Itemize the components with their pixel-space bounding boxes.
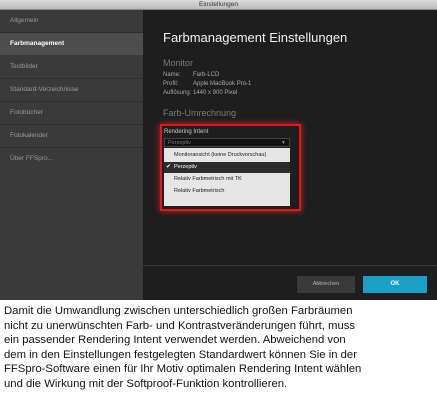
rendering-intent-selected-value: Perzeptiv (168, 140, 191, 146)
settings-window-screenshot: Einstellungen Allgemein Farbmanagement T… (0, 0, 437, 300)
caption-line: nicht zu unerwünschten Farb- und Kontras… (4, 319, 356, 332)
checkmark-icon: ✔ (166, 164, 172, 170)
settings-sidebar: Allgemein Farbmanagement Testbilder Stan… (0, 10, 143, 300)
sidebar-item-ueber-ffspro[interactable]: Über FFSpro... (0, 148, 143, 170)
cancel-button[interactable]: Abbrechen (297, 276, 355, 293)
sidebar-item-fotobuecher[interactable]: Fotobücher (0, 102, 143, 124)
monitor-resolution-key: Auflösung: (163, 90, 192, 96)
monitor-resolution-value: 1440 x 900 Pixel (193, 90, 238, 96)
option-perzeptiv[interactable]: ✔ Perzeptiv (164, 162, 290, 173)
option-perzeptiv-label: Perzeptiv (174, 164, 197, 170)
page-title: Farbmanagement Einstellungen (163, 30, 348, 45)
caption-line: dem in den Einstellungen festgelegten St… (4, 348, 357, 361)
option-relativ-farbmetrisch-tk[interactable]: Relativ Farbmetrisch mit TK (164, 174, 290, 185)
monitor-profile-key: Profil: (163, 81, 179, 87)
figure-caption: Damit die Umwandlung zwischen unterschie… (4, 304, 434, 391)
ok-button[interactable]: OK (363, 276, 427, 293)
option-relativ-farbmetrisch[interactable]: Relativ Farbmetrisch (164, 186, 290, 197)
monitor-name-value: Farb-LCD (193, 72, 220, 78)
sidebar-item-fotokalender[interactable]: Fotokalender (0, 125, 143, 147)
monitor-name-key: Name: (163, 72, 181, 78)
sidebar-item-standard-verzeichnisse[interactable]: Standard-Verzeichnisse (0, 79, 143, 101)
monitor-name-row: Name: Farb-LCD (163, 72, 219, 78)
window-titlebar: Einstellungen (0, 0, 437, 10)
chevron-down-icon: ▼ (281, 140, 286, 146)
monitor-resolution-row: Auflösung: 1440 x 900 Pixel (163, 90, 237, 96)
monitor-profile-row: Profil: Apple MacBook Pro-1 (163, 81, 251, 87)
sidebar-item-allgemein[interactable]: Allgemein (0, 10, 143, 32)
caption-line: ein passender Rendering Intent verwendet… (4, 334, 346, 346)
window-title: Einstellungen (198, 1, 239, 8)
caption-line: FFSpro-Software einen für Ihr Motiv opti… (4, 363, 362, 375)
monitor-profile-value: Apple MacBook Pro-1 (193, 81, 252, 87)
rendering-intent-dropdown-list: Monitoransicht (keine Druckvorschau) ✔ Pe… (164, 148, 290, 206)
sidebar-item-testbilder[interactable]: Testbilder (0, 56, 143, 78)
rendering-intent-select[interactable]: Perzeptiv ▼ (164, 138, 290, 147)
monitor-section-heading: Monitor (163, 58, 194, 68)
rendering-intent-label: Rendering Intent (164, 129, 209, 135)
option-monitoransicht[interactable]: Monitoransicht (keine Druckvorschau) (164, 150, 290, 161)
conversion-section-heading: Farb-Umrechnung (163, 108, 237, 118)
settings-content-panel: Farbmanagement Einstellungen Monitor Nam… (143, 10, 437, 300)
sidebar-item-farbmanagement[interactable]: Farbmanagement (0, 33, 143, 55)
caption-line: Damit die Umwandlung zwischen unterschie… (4, 305, 353, 317)
caption-line: und die Wirkung mit der Softproof-Funkti… (4, 377, 288, 390)
